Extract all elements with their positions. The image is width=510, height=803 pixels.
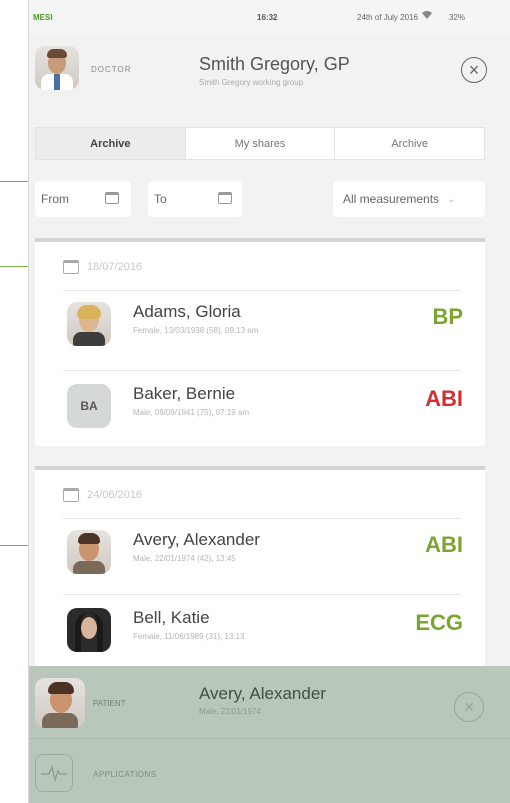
divider	[63, 290, 461, 291]
patient-avatar	[67, 608, 111, 652]
patient-initials-avatar: BA	[67, 384, 111, 428]
from-date-field[interactable]: From	[35, 181, 131, 217]
group-date: 24/06/2016	[87, 489, 143, 501]
calendar-icon	[63, 488, 79, 502]
selected-patient-panel: PATIENT Avery, Alexander Male, 22/01/197…	[29, 666, 510, 803]
doctor-header: DOCTOR Smith Gregory, GP Smith Gregory w…	[29, 34, 510, 114]
calendar-icon[interactable]	[105, 192, 119, 204]
patient-avatar	[67, 530, 111, 574]
selected-patient-name: Avery, Alexander	[199, 684, 326, 703]
measurement-select[interactable]: All measurements ⌄	[333, 181, 485, 217]
calendar-icon[interactable]	[218, 192, 232, 204]
list-item[interactable]: Avery, Alexander Male, 22/01/1974 (42), …	[63, 522, 463, 582]
status-bar: MESI 16:32 24th of July 2016 32%	[29, 0, 510, 34]
patient-meta: Female, 13/03/1938 (58), 09:13 am	[133, 326, 259, 335]
group-date-header: 24/06/2016	[63, 488, 142, 502]
divider	[63, 518, 461, 519]
doctor-role: DOCTOR	[91, 65, 132, 74]
measurement-type: ABI	[425, 532, 463, 557]
to-date-field[interactable]: To	[148, 181, 242, 217]
list-item[interactable]: Bell, Katie Female, 11/06/1989 (31), 13:…	[63, 600, 463, 660]
patient-name: Bell, Katie	[133, 608, 210, 627]
patient-meta: Male, 08/09/1941 (75), 07:19 am	[133, 408, 250, 417]
list-item[interactable]: Adams, Gloria Female, 13/03/1938 (58), 0…	[63, 294, 463, 354]
patient-name: Baker, Bernie	[133, 384, 236, 403]
selected-patient-avatar	[35, 678, 85, 728]
patient-avatar	[67, 302, 111, 346]
measurement-type: ECG	[415, 610, 463, 635]
brand-label: MESI	[33, 13, 53, 22]
tablet-screen: MESI 16:32 24th of July 2016 32% DOCTOR …	[28, 0, 510, 803]
chevron-down-icon: ⌄	[447, 193, 456, 205]
status-date: 24th of July 2016	[357, 13, 418, 22]
measurement-type: BP	[432, 304, 463, 329]
divider	[29, 738, 510, 739]
patient-meta: Female, 11/06/1989 (31), 13:13	[133, 632, 245, 641]
group-date: 18/07/2016	[87, 261, 143, 273]
close-icon[interactable]: ×	[454, 692, 484, 722]
patient-meta: Male, 22/01/1974 (42), 13:45	[133, 554, 236, 563]
group-date-header: 18/07/2016	[63, 260, 142, 274]
patient-name: Adams, Gloria	[133, 302, 241, 321]
measurement-value: All measurements	[343, 192, 440, 206]
date-group: 24/06/2016 Avery, Alexander Male, 22/01/…	[35, 466, 485, 666]
callout-line-filters	[0, 181, 30, 182]
calendar-icon	[63, 260, 79, 274]
patient-name: Avery, Alexander	[133, 530, 260, 549]
from-label: From	[41, 192, 69, 206]
doctor-name: Smith Gregory, GP	[199, 54, 350, 74]
ecg-app-icon[interactable]	[35, 754, 73, 792]
tab-archive[interactable]: Archive	[36, 128, 186, 159]
divider	[63, 370, 461, 371]
tab-bar: Archive My shares Archive	[35, 127, 485, 160]
list-item[interactable]: BA Baker, Bernie Male, 08/09/1941 (75), …	[63, 376, 463, 436]
to-label: To	[154, 192, 167, 206]
status-time: 16:32	[257, 13, 278, 22]
close-icon[interactable]: ×	[461, 57, 487, 83]
doctor-avatar	[35, 46, 79, 90]
selected-patient-meta: Male, 22/01/1974	[199, 707, 261, 716]
doctor-group: Smith Gregory working group	[199, 78, 304, 87]
divider	[63, 594, 461, 595]
tab-my-shares[interactable]: My shares	[186, 128, 336, 159]
tab-archive-2[interactable]: Archive	[335, 128, 484, 159]
battery-indicator: 32%	[449, 13, 466, 22]
wifi-icon	[421, 10, 433, 23]
measurement-type: ABI	[425, 386, 463, 411]
applications-label: APPLICATIONS	[93, 770, 157, 779]
date-group: 18/07/2016 Adams, Gloria Female, 13/03/1…	[35, 238, 485, 446]
selected-role: PATIENT	[93, 699, 126, 708]
